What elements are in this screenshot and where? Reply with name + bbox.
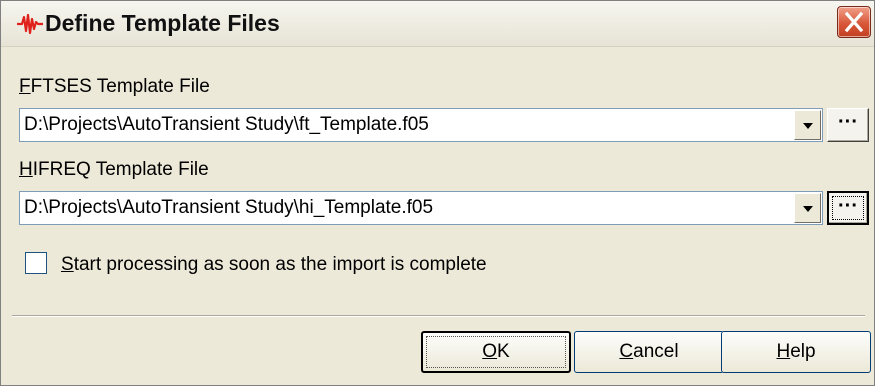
chevron-down-icon	[803, 206, 813, 212]
hifreq-label-text: IFREQ Template File	[32, 159, 209, 180]
hifreq-template-value[interactable]: D:\Projects\AutoTransient Study\hi_Templ…	[24, 197, 433, 219]
start-processing-text: tart processing as soon as the import is…	[73, 254, 487, 275]
fftses-template-label: FFTSES Template File	[19, 76, 210, 98]
window-title: Define Template Files	[45, 10, 280, 36]
cancel-label: ancel	[633, 341, 679, 362]
hifreq-browse-label: ···	[838, 195, 858, 217]
fftses-dropdown-button[interactable]	[794, 110, 821, 140]
close-icon	[844, 11, 864, 33]
help-button[interactable]: Help	[721, 331, 871, 373]
chevron-down-icon	[803, 123, 813, 129]
ok-accelerator: O	[482, 341, 498, 362]
cancel-accelerator: C	[619, 341, 634, 362]
separator	[12, 315, 865, 317]
fftses-label-text: FTSES Template File	[30, 76, 210, 97]
fftses-accelerator: F	[19, 76, 31, 97]
waveform-icon	[17, 13, 43, 35]
close-button[interactable]	[837, 6, 871, 38]
ok-label: K	[497, 341, 510, 362]
start-processing-accelerator: S	[61, 254, 74, 275]
start-processing-checkbox[interactable]	[25, 252, 47, 274]
start-processing-label[interactable]: Start processing as soon as the import i…	[61, 254, 487, 276]
hifreq-template-label: HIFREQ Template File	[19, 159, 209, 181]
fftses-template-value[interactable]: D:\Projects\AutoTransient Study\ft_Templ…	[24, 114, 429, 136]
title-bar[interactable]: Define Template Files	[1, 1, 874, 47]
hifreq-dropdown-button[interactable]	[794, 193, 821, 223]
hifreq-template-combo[interactable]: D:\Projects\AutoTransient Study\hi_Templ…	[19, 191, 823, 225]
hifreq-accelerator: H	[19, 159, 33, 180]
hifreq-browse-button[interactable]: ···	[827, 191, 869, 225]
help-accelerator: H	[776, 341, 791, 362]
help-label: elp	[790, 341, 816, 362]
define-template-files-dialog: Define Template Files FFTSES Template Fi…	[0, 0, 875, 386]
cancel-button[interactable]: Cancel	[574, 331, 724, 373]
ok-button[interactable]: OK	[421, 331, 571, 373]
fftses-template-combo[interactable]: D:\Projects\AutoTransient Study\ft_Templ…	[19, 108, 823, 142]
fftses-browse-button[interactable]: ···	[827, 108, 869, 142]
